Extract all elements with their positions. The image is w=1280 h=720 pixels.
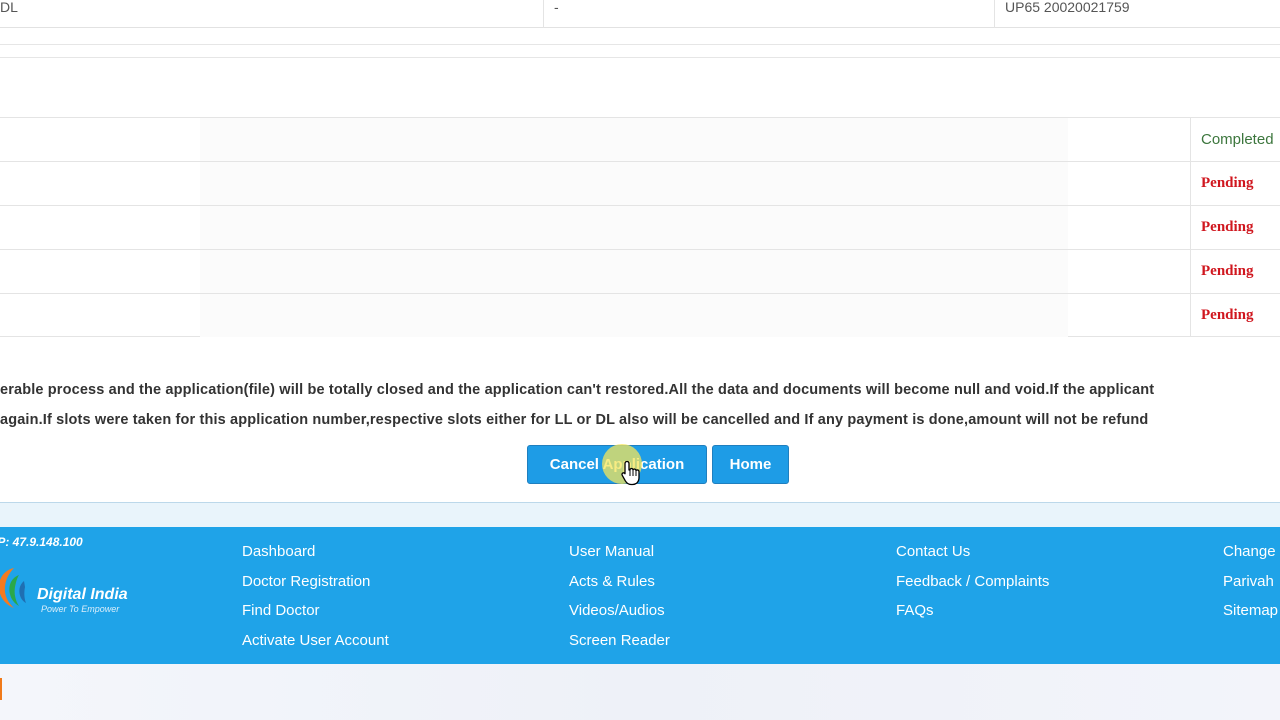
site-footer: IP: 47.9.148.100 Digital India Power To … [0,527,1280,664]
footer-column-1: Dashboard Doctor Registration Find Docto… [242,537,389,655]
footer-link-feedback-complaints[interactable]: Feedback / Complaints [896,567,1049,597]
status-pending: Pending [1201,263,1254,279]
footer-link-acts-rules[interactable]: Acts & Rules [569,567,670,597]
cancel-warning-line-2: again.If slots were taken for this appli… [0,412,1149,428]
accent-mark [0,678,2,700]
status-pending: Pending [1201,307,1254,323]
divider [0,57,1280,58]
column-divider [1190,206,1191,249]
page: DL - UP65 20020021759 Completed Pending … [0,0,1280,720]
column-divider [1190,250,1191,293]
column-divider [1190,294,1191,337]
table-row: Pending [0,161,1280,205]
footer-link-user-manual[interactable]: User Manual [569,537,670,567]
footer-column-3: Contact Us Feedback / Complaints FAQs [896,537,1049,626]
application-type-cell: DL [0,0,18,15]
footer-link-change[interactable]: Change [1223,537,1278,567]
footer-column-2: User Manual Acts & Rules Videos/Audios S… [569,537,670,655]
footer-strip [0,502,1280,527]
column-divider [1190,162,1191,205]
hand-cursor-icon [621,460,640,486]
logo-wordmark: Digital India [37,586,128,603]
row-band [200,118,1068,161]
dl-table-row: DL - UP65 20020021759 [0,0,1280,28]
status-table: Completed Pending Pending Pending Pendin… [0,117,1280,337]
dash-cell: - [554,0,559,15]
footer-link-screen-reader[interactable]: Screen Reader [569,626,670,656]
footer-link-dashboard[interactable]: Dashboard [242,537,389,567]
column-divider [994,0,995,28]
table-row: Pending [0,249,1280,293]
logo-tagline: Power To Empower [41,604,120,614]
home-button[interactable]: Home [712,445,789,484]
table-row: Completed [0,117,1280,161]
footer-link-doctor-registration[interactable]: Doctor Registration [242,567,389,597]
footer-link-parivahan[interactable]: Parivah [1223,567,1278,597]
cancel-warning-line-1: erable process and the application(file)… [0,382,1155,398]
footer-link-faqs[interactable]: FAQs [896,596,1049,626]
status-completed: Completed [1201,131,1274,148]
row-band [200,206,1068,249]
footer-link-activate-user-account[interactable]: Activate User Account [242,626,389,656]
ip-address: IP: 47.9.148.100 [0,535,83,549]
footer-link-find-doctor[interactable]: Find Doctor [242,596,389,626]
status-pending: Pending [1201,175,1254,191]
dl-number-cell: UP65 20020021759 [1005,0,1130,15]
row-band [200,250,1068,293]
divider [0,44,1280,45]
footer-link-videos-audios[interactable]: Videos/Audios [569,596,670,626]
column-divider [1190,118,1191,161]
row-band [200,294,1068,337]
table-row: Pending [0,205,1280,249]
footer-link-sitemap[interactable]: Sitemap [1223,596,1278,626]
footer-link-contact-us[interactable]: Contact Us [896,537,1049,567]
bottom-area [0,664,1280,720]
column-divider [543,0,544,28]
footer-column-4: Change Parivah Sitemap [1223,537,1278,626]
status-pending: Pending [1201,219,1254,235]
row-band [200,162,1068,205]
table-row: Pending [0,293,1280,337]
